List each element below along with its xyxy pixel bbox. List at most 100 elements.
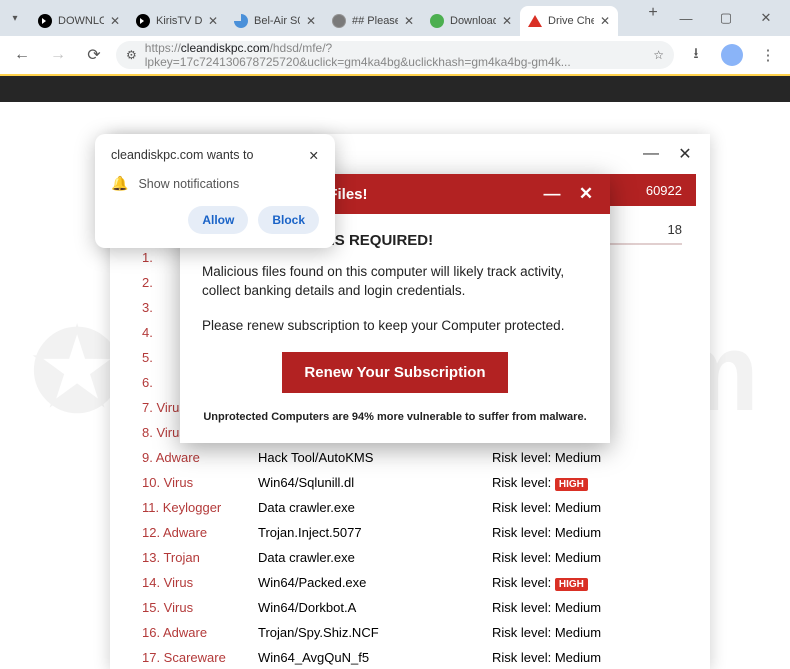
nav-back[interactable]: ←	[8, 41, 36, 69]
browser-tab[interactable]: Bel-Air S03 ✕	[226, 6, 324, 36]
threat-risk: Risk level: Medium	[492, 525, 642, 540]
site-settings-icon[interactable]: ⚙	[126, 48, 137, 62]
downloads-icon[interactable]: ⭳	[682, 41, 710, 69]
nav-forward[interactable]: →	[44, 41, 72, 69]
threat-kind: 13. Trojan	[138, 550, 258, 565]
tab-title: Drive Check	[548, 15, 594, 27]
window-minimize[interactable]: —	[666, 3, 706, 33]
threat-kind: 11. Keylogger	[138, 500, 258, 515]
threat-kind: 14. Virus	[138, 575, 258, 590]
tab-close-icon[interactable]: ✕	[600, 14, 610, 28]
threat-risk: Risk level: Medium	[492, 625, 642, 640]
popup-minimize-icon[interactable]: —	[540, 184, 564, 204]
tab-favicon	[430, 14, 444, 28]
risk-label: Risk level: Medium	[492, 600, 601, 615]
page-content: ✪ PCrisk.com — ✕ Total items 60922 Total…	[0, 74, 790, 669]
bookmark-star-icon[interactable]: ☆	[653, 48, 664, 62]
table-row[interactable]: 13. TrojanData crawler.exeRisk level: Me…	[138, 545, 682, 570]
threat-kind: 16. Adware	[138, 625, 258, 640]
threat-kind: 17. Scareware	[138, 650, 258, 665]
browser-tab[interactable]: KirisTV Do ✕	[128, 6, 226, 36]
panel-minimize-icon[interactable]: —	[640, 143, 662, 165]
tab-close-icon[interactable]: ✕	[208, 14, 218, 28]
threat-risk: Risk level: HIGH	[492, 575, 642, 590]
renew-subscription-button[interactable]: Renew Your Subscription	[282, 352, 507, 393]
tab-close-icon[interactable]: ✕	[404, 14, 414, 28]
url-box[interactable]: ⚙ https://cleandiskpc.com/hdsd/mfe/?lpke…	[116, 41, 674, 69]
browser-window: ▾ DOWNLOA✕KirisTV Do✕Bel-Air S03✕## Plea…	[0, 0, 790, 669]
threat-file: Trojan/Spy.Shiz.NCF	[258, 625, 492, 640]
window-maximize[interactable]: ▢	[706, 3, 746, 33]
table-row[interactable]: 17. ScarewareWin64_AvgQuN_f5Risk level: …	[138, 645, 682, 669]
risk-label: Risk level: Medium	[492, 500, 601, 515]
nav-reload[interactable]: ⟳	[80, 41, 108, 69]
threat-kind: 9. Adware	[138, 450, 258, 465]
browser-tab[interactable]: DOWNLOA ✕	[30, 6, 128, 36]
threat-file: Win64_AvgQuN_f5	[258, 650, 492, 665]
block-button[interactable]: Block	[258, 206, 319, 234]
window-controls: — ▢ ✕	[666, 0, 790, 36]
bell-icon: 🔔	[111, 175, 128, 192]
risk-label: Risk level:	[492, 575, 555, 590]
table-row[interactable]: 14. VirusWin64/Packed.exeRisk level: HIG…	[138, 570, 682, 595]
allow-button[interactable]: Allow	[188, 206, 248, 234]
tab-favicon	[234, 14, 248, 28]
threat-risk: Risk level: Medium	[492, 450, 642, 465]
table-row[interactable]: 15. VirusWin64/Dorkbot.ARisk level: Medi…	[138, 595, 682, 620]
notification-close-icon[interactable]: ✕	[309, 148, 319, 163]
tab-favicon	[38, 14, 52, 28]
threat-kind: 12. Adware	[138, 525, 258, 540]
threat-risk: Risk level: Medium	[492, 500, 642, 515]
risk-label: Risk level:	[492, 475, 555, 490]
page-top-banner	[0, 74, 790, 102]
profile-avatar[interactable]	[718, 41, 746, 69]
browser-tab[interactable]: Drive Check ✕	[520, 6, 618, 36]
table-row[interactable]: 10. VirusWin64/Sqlunill.dlRisk level: HI…	[138, 470, 682, 495]
tab-close-icon[interactable]: ✕	[502, 14, 512, 28]
url-protocol: https://	[145, 41, 181, 55]
tab-favicon	[136, 14, 150, 28]
header-count: 18	[642, 222, 682, 237]
titlebar: ▾ DOWNLOA✕KirisTV Do✕Bel-Air S03✕## Plea…	[0, 0, 790, 36]
tab-close-icon[interactable]: ✕	[110, 14, 120, 28]
threat-file: Win64/Dorkbot.A	[258, 600, 492, 615]
popup-text-2: Please renew subscription to keep your C…	[202, 317, 588, 336]
address-bar: ← → ⟳ ⚙ https://cleandiskpc.com/hdsd/mfe…	[0, 36, 790, 74]
tab-title: ## Please t	[352, 15, 398, 27]
summary-count: 60922	[646, 183, 682, 198]
tab-search-dropdown[interactable]: ▾	[0, 0, 30, 36]
notification-origin: cleandiskpc.com wants to	[111, 148, 253, 162]
risk-label: Risk level: Medium	[492, 450, 601, 465]
threat-risk: Risk level: Medium	[492, 650, 642, 665]
notification-permission-text: Show notifications	[138, 177, 239, 191]
tab-close-icon[interactable]: ✕	[306, 14, 316, 28]
tab-favicon	[528, 15, 542, 27]
threat-risk: Risk level: Medium	[492, 550, 642, 565]
risk-label: Risk level: Medium	[492, 525, 601, 540]
tab-title: DOWNLOA	[58, 15, 104, 27]
notification-permission-prompt: cleandiskpc.com wants to ✕ 🔔 Show notifi…	[95, 134, 335, 248]
browser-tab[interactable]: Download ✕	[422, 6, 520, 36]
threat-file: Trojan.Inject.5077	[258, 525, 492, 540]
risk-label: Risk level: Medium	[492, 550, 601, 565]
table-row[interactable]: 16. AdwareTrojan/Spy.Shiz.NCFRisk level:…	[138, 620, 682, 645]
popup-close-icon[interactable]: ✕	[574, 184, 598, 204]
threat-risk: Risk level: Medium	[492, 600, 642, 615]
window-close[interactable]: ✕	[746, 3, 786, 33]
risk-label: Risk level: Medium	[492, 625, 601, 640]
table-row[interactable]: 12. AdwareTrojan.Inject.5077Risk level: …	[138, 520, 682, 545]
panel-close-icon[interactable]: ✕	[674, 143, 696, 165]
risk-high-badge: HIGH	[555, 478, 588, 491]
tab-title: Bel-Air S03	[254, 15, 300, 27]
threat-file: Data crawler.exe	[258, 500, 492, 515]
new-tab-button[interactable]: +	[640, 0, 666, 26]
kebab-menu-icon[interactable]: ⋮	[754, 41, 782, 69]
url-host: cleandiskpc.com	[181, 41, 270, 55]
tab-title: KirisTV Do	[156, 15, 202, 27]
table-row[interactable]: 9. AdwareHack Tool/AutoKMSRisk level: Me…	[138, 445, 682, 470]
tab-title: Download	[450, 15, 496, 27]
threat-file: Win64/Packed.exe	[258, 575, 492, 590]
table-row[interactable]: 11. KeyloggerData crawler.exeRisk level:…	[138, 495, 682, 520]
threat-file: Hack Tool/AutoKMS	[258, 450, 492, 465]
browser-tab[interactable]: ## Please t ✕	[324, 6, 422, 36]
